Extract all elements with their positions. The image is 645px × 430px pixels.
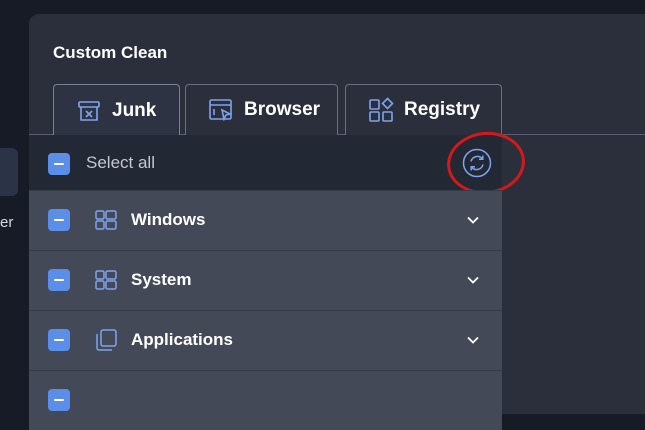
system-checkbox[interactable] [48,269,70,291]
list-item-partial[interactable] [29,370,502,430]
tab-junk[interactable]: Junk [53,84,180,136]
registry-grid-icon [368,97,394,123]
system-label: System [131,270,192,289]
indeterminate-dash-icon [54,219,64,221]
sidebar-item-highlighted[interactable] [0,148,18,196]
windows-label: Windows [131,210,206,229]
select-all-row: Select all [29,128,529,198]
applications-checkbox[interactable] [48,329,70,351]
page-title: Custom Clean [53,43,168,62]
chevron-down-icon[interactable] [465,212,481,228]
windows-grid-icon [95,210,117,230]
tab-registry-label: Registry [404,99,481,120]
custom-clean-panel: Custom Clean Junk Browser Registry Selec… [29,14,645,430]
indeterminate-dash-icon [54,163,64,165]
chevron-down-icon[interactable] [465,272,481,288]
chevron-down-icon[interactable] [465,332,481,348]
trash-box-icon [76,98,102,124]
indeterminate-dash-icon [54,279,64,281]
tab-browser[interactable]: Browser [185,84,338,135]
indeterminate-dash-icon [54,399,64,401]
list-item-applications[interactable]: Applications [29,310,502,370]
windows-grid-icon [95,270,117,290]
tab-browser-label: Browser [244,99,321,120]
list-item-system[interactable]: System [29,250,502,310]
app-stack-icon [96,329,117,351]
sidebar-partial-label: er [0,214,14,231]
windows-checkbox[interactable] [48,209,70,231]
browser-window-icon [208,97,234,123]
junk-category-list: Select all Windows System Applications [29,128,529,430]
annotation-circle [443,128,529,198]
partial-checkbox[interactable] [48,389,70,411]
select-all-label: Select all [86,153,155,172]
tab-registry[interactable]: Registry [345,84,502,135]
select-all-checkbox[interactable] [48,153,70,175]
tab-junk-label: Junk [112,99,157,121]
indeterminate-dash-icon [54,339,64,341]
applications-label: Applications [131,330,234,349]
list-item-windows[interactable]: Windows [29,190,502,250]
